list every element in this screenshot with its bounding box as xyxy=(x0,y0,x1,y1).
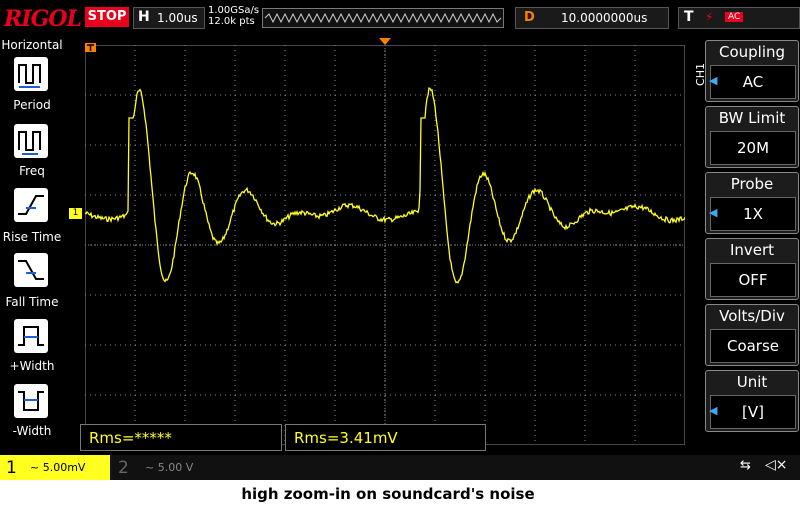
invert-menu[interactable]: Invert OFF xyxy=(705,238,799,300)
coupling-title: Coupling xyxy=(718,43,786,61)
rise-time-icon xyxy=(18,195,44,215)
period-label: Period xyxy=(13,98,51,112)
trigger-label: T xyxy=(684,9,694,25)
period-button[interactable] xyxy=(14,57,48,91)
neg-width-button[interactable] xyxy=(14,384,48,418)
fall-time-button[interactable] xyxy=(14,253,48,287)
probe-title: Probe xyxy=(730,175,774,193)
rise-time-button[interactable] xyxy=(14,188,48,222)
run-stop-status[interactable]: STOP xyxy=(85,7,129,27)
ch2-scale: ~ 5.00 V xyxy=(145,461,194,474)
ch1-ground-marker[interactable]: 1 xyxy=(69,208,82,219)
invert-title: Invert xyxy=(729,241,775,259)
trigger-edge-icon: ⚡ xyxy=(705,10,714,24)
speaker-icon: ◁× xyxy=(765,457,788,473)
freq-icon xyxy=(18,131,41,155)
bw-limit-title: BW Limit xyxy=(718,109,786,127)
memory-overview-wave xyxy=(264,12,502,24)
pos-width-icon xyxy=(18,326,44,346)
timebase-value: 1.00us xyxy=(157,11,198,25)
neg-width-icon xyxy=(18,391,44,411)
unit-menu[interactable]: Unit [V] ◀ xyxy=(705,370,799,432)
coupling-arrow-icon: ◀ xyxy=(709,74,718,87)
freq-button[interactable] xyxy=(14,124,48,158)
unit-title: Unit xyxy=(736,373,768,391)
unit-value: [V] xyxy=(710,395,796,429)
ch2-number[interactable]: 2 xyxy=(118,458,129,478)
rise-time-label: Rise Time xyxy=(2,230,62,244)
neg-width-label: -Width xyxy=(12,424,52,438)
timebase-label: H xyxy=(138,9,150,25)
probe-value: 1X xyxy=(710,197,796,231)
fall-time-icon xyxy=(18,260,44,280)
volts-div-title: Volts/Div xyxy=(719,307,785,325)
waveform-grid xyxy=(85,45,685,445)
trigger-box[interactable]: T ⚡ AC xyxy=(678,7,800,29)
bw-limit-value: 20M xyxy=(710,131,796,165)
delay-value: 10.0000000us xyxy=(561,11,648,25)
bw-limit-menu[interactable]: BW Limit 20M xyxy=(705,106,799,168)
acquisition-info: 1.00GSa/s 12.0k pts xyxy=(208,5,259,27)
trigger-position-marker xyxy=(85,43,96,52)
invert-value: OFF xyxy=(710,263,796,297)
delay-label: D xyxy=(524,10,535,25)
oscilloscope-screen: RIGOL STOP H 1.00us 1.00GSa/s 12.0k pts … xyxy=(0,0,800,480)
brand-logo: RIGOL xyxy=(4,6,82,32)
measurement-rms-2: Rms=3.41mV xyxy=(285,424,486,451)
period-icon xyxy=(18,64,41,88)
horizontal-panel-title: Horizontal xyxy=(1,38,63,52)
fall-time-label: Fall Time xyxy=(5,295,59,309)
measurement-rms-1: Rms=***** xyxy=(80,424,282,451)
pos-width-label: +Width xyxy=(9,359,55,373)
timebase-box[interactable]: H 1.00us xyxy=(133,7,205,29)
trigger-coupling-badge: AC xyxy=(725,12,744,22)
volts-div-menu[interactable]: Volts/Div Coarse xyxy=(705,304,799,366)
memory-overview-bar xyxy=(262,8,504,28)
pos-width-button[interactable] xyxy=(14,319,48,353)
probe-arrow-icon: ◀ xyxy=(709,206,718,219)
delay-box[interactable]: D 10.0000000us xyxy=(515,7,669,29)
unit-arrow-icon: ◀ xyxy=(709,404,718,417)
ch1-number: 1 xyxy=(6,458,17,478)
image-caption: high zoom-in on soundcard's noise xyxy=(241,485,535,503)
freq-label: Freq xyxy=(19,164,45,178)
sample-rate: 1.00GSa/s xyxy=(208,5,260,16)
volts-div-value: Coarse xyxy=(710,329,796,363)
trigger-delay-marker xyxy=(379,38,391,45)
coupling-menu[interactable]: Coupling AC ◀ xyxy=(705,40,799,102)
probe-menu[interactable]: Probe 1X ◀ xyxy=(705,172,799,234)
usb-icon: ⇆ xyxy=(740,458,751,473)
memory-points: 12.0k pts xyxy=(208,16,255,27)
coupling-value: AC xyxy=(710,65,796,99)
ch1-scale: ~ 5.00mV xyxy=(30,461,86,474)
